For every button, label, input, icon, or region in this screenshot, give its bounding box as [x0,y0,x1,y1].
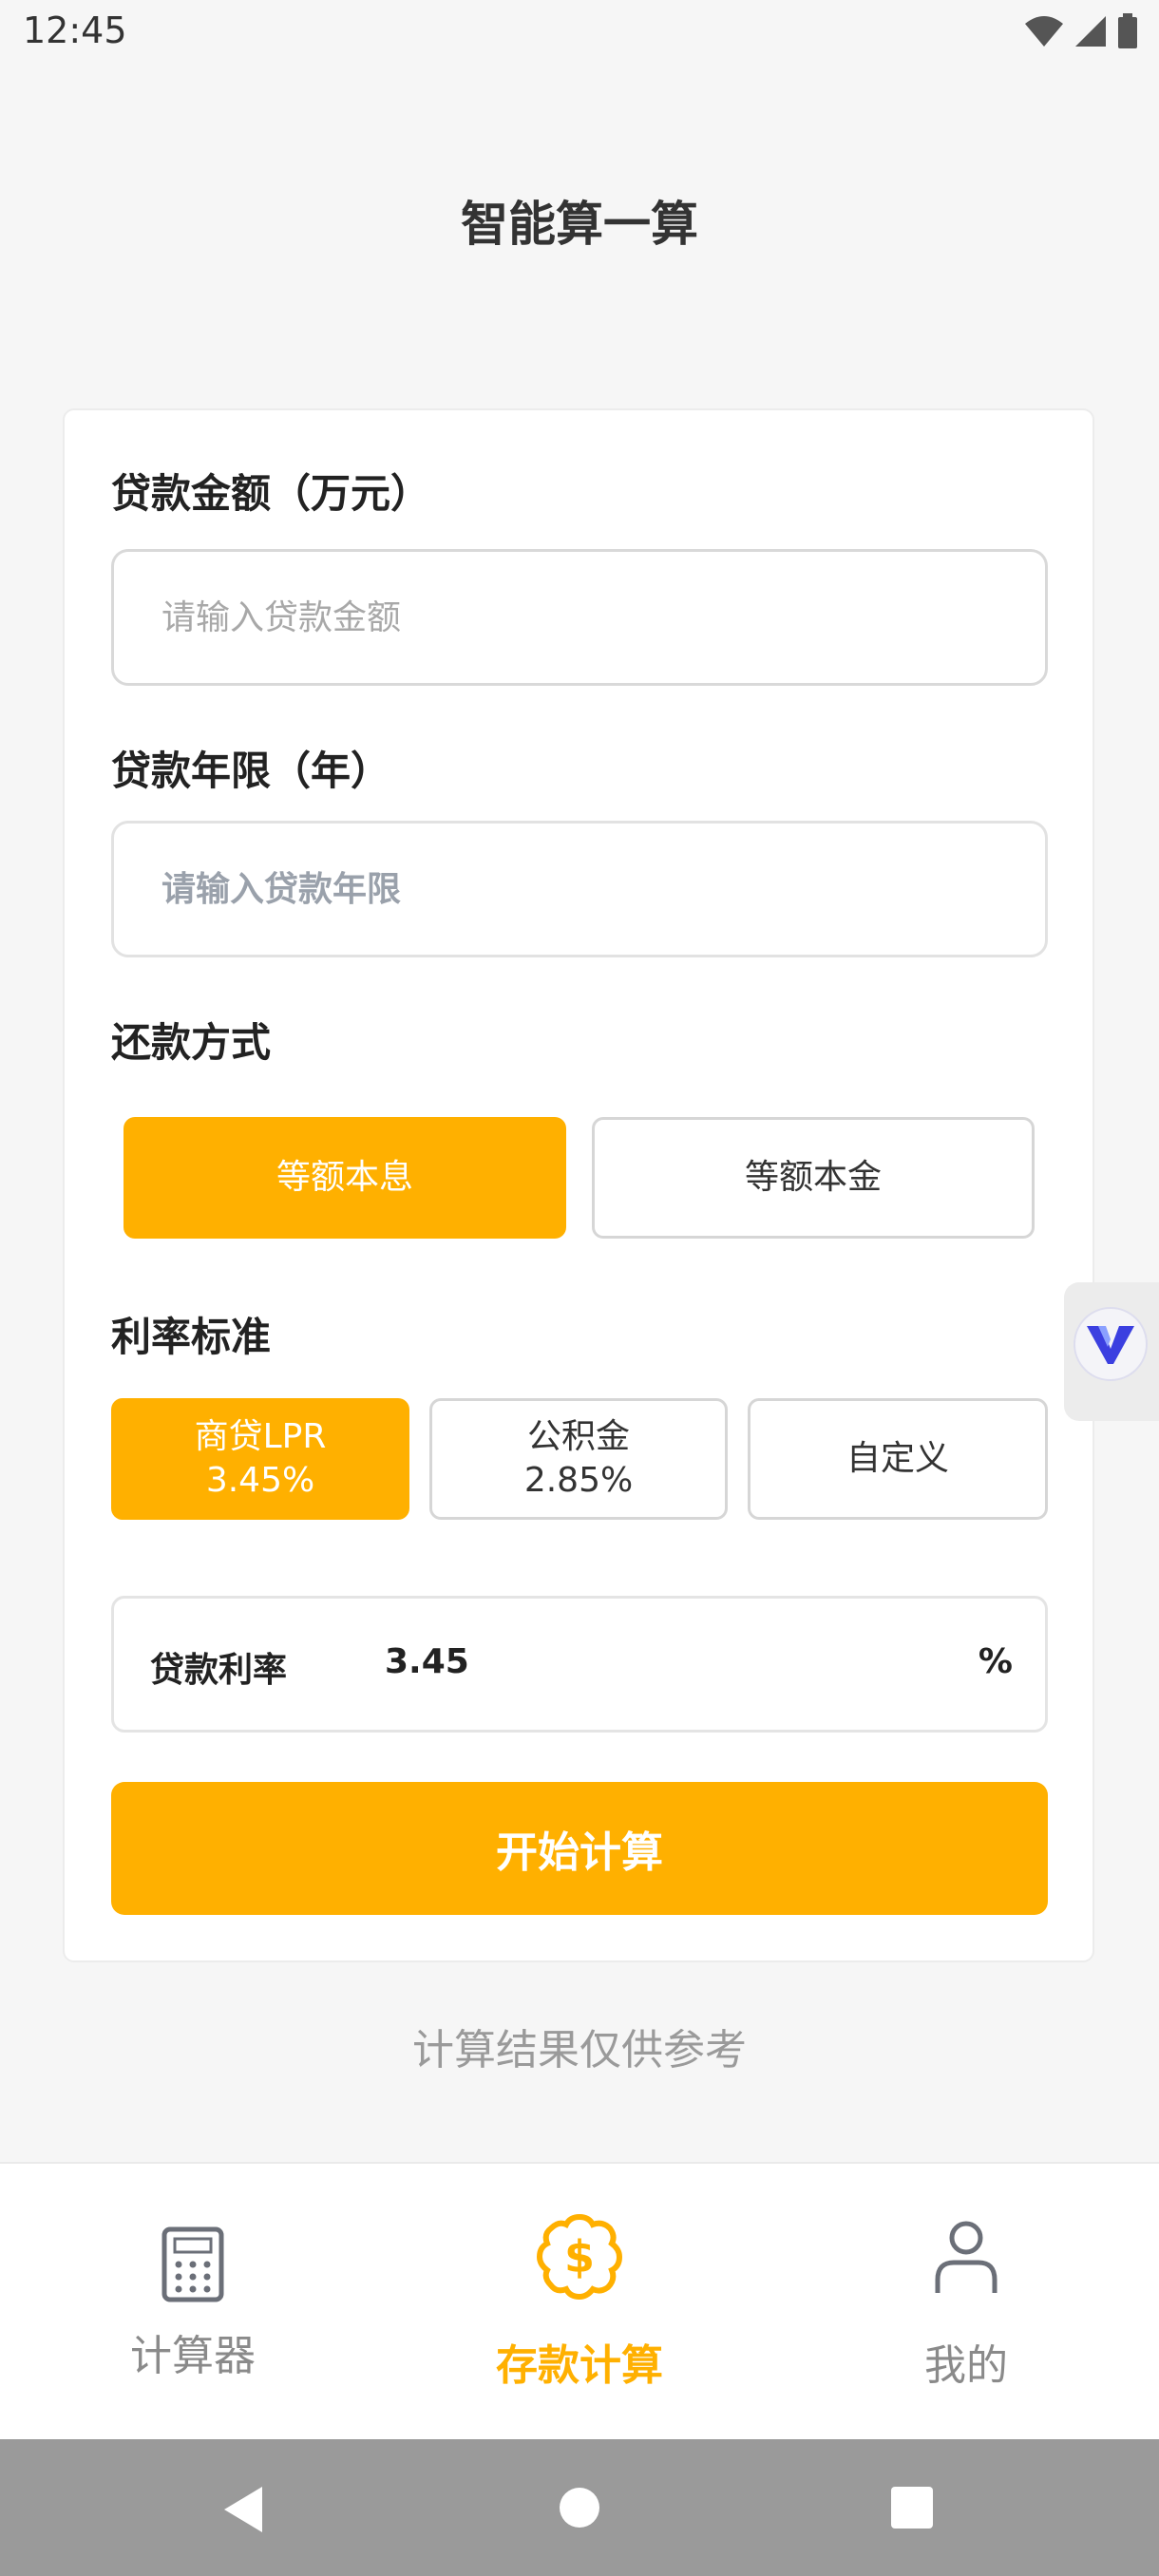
rate-option-commercial-lpr[interactable]: 商贷LPR 3.45% [111,1398,409,1520]
page-title: 智能算一算 [461,197,698,252]
nav-item-profile[interactable]: 我的 [773,2164,1159,2441]
repayment-option-label: 等额本息 [276,1158,413,1197]
calculator-icon [162,2226,224,2302]
rate-option-custom[interactable]: 自定义 [748,1398,1048,1520]
nav-item-deposit-calculation[interactable]: $ 存款计算 [387,2164,772,2441]
status-icons [1024,13,1138,49]
wifi-icon [1025,16,1063,47]
repayment-option-equal-installment[interactable]: 等额本息 [124,1117,566,1239]
loan-years-field[interactable] [111,821,1048,957]
rate-option-provident-fund[interactable]: 公积金 2.85% [429,1398,728,1520]
recents-icon[interactable] [891,2487,933,2529]
interest-rate-label: 贷款利率 [150,1651,288,1690]
system-navigation-bar [0,2439,1159,2576]
repayment-method-label: 还款方式 [111,1019,272,1066]
start-calculation-button[interactable]: 开始计算 [111,1782,1048,1915]
svg-text:$: $ [564,2231,595,2282]
nav-label-calculator: 计算器 [130,2332,256,2380]
back-icon[interactable] [220,2485,264,2534]
nav-label-profile: 我的 [924,2341,1008,2390]
repayment-option-equal-principal[interactable]: 等额本金 [592,1117,1035,1239]
loan-amount-label: 贷款金额（万元） [111,470,431,517]
repayment-option-label: 等额本金 [744,1158,882,1197]
loan-years-input[interactable] [162,824,998,955]
interest-rate-field[interactable]: 贷款利率 3.45 % [111,1596,1048,1733]
rate-option-name: 自定义 [846,1439,949,1478]
status-time: 12:45 [23,9,127,51]
assistant-logo-icon [1074,1307,1148,1381]
battery-icon [1118,13,1137,48]
floating-assistant-button[interactable] [1064,1282,1159,1421]
rate-standard-label: 利率标准 [111,1314,272,1360]
rate-option-name: 商贷LPR [194,1417,327,1456]
dollar-coin-icon: $ [536,2213,623,2301]
loan-years-label: 贷款年限（年） [111,748,391,794]
rate-option-value: 3.45% [205,1461,315,1500]
user-icon [935,2221,998,2293]
loan-amount-field[interactable] [111,549,1048,686]
rate-option-value: 2.85% [523,1461,634,1500]
nav-label-deposit-calculation: 存款计算 [496,2341,663,2390]
signal-icon [1075,16,1106,47]
nav-item-calculator[interactable]: 计算器 [0,2164,386,2441]
status-bar: 12:45 [0,0,1159,68]
interest-rate-value[interactable]: 3.45 [385,1642,469,1681]
loan-amount-input[interactable] [162,552,998,683]
bottom-navigation: 计算器 $ 存款计算 我的 [0,2162,1159,2441]
rate-option-name: 公积金 [526,1417,630,1456]
interest-rate-unit: % [978,1642,1013,1681]
home-icon[interactable] [559,2487,600,2529]
disclaimer-text: 计算结果仅供参考 [412,2026,747,2074]
